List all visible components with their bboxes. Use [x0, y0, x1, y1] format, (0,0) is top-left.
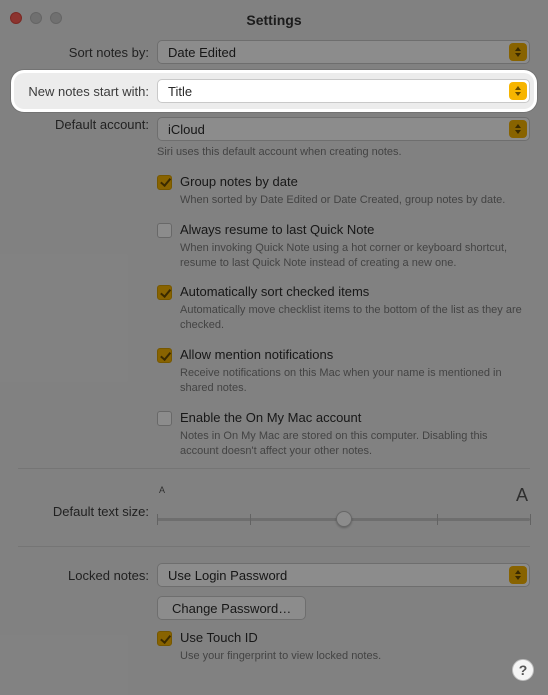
resume-quicknote-checkbox[interactable]	[157, 223, 172, 238]
touchid-row: Use Touch ID Use your fingerprint to vie…	[157, 630, 530, 664]
default-account-value: iCloud	[168, 122, 205, 137]
sort-label: Sort notes by:	[18, 45, 157, 60]
touchid-label: Use Touch ID	[180, 630, 530, 645]
onmymac-label: Enable the On My Mac account	[180, 410, 530, 425]
group-by-date-checkbox[interactable]	[157, 175, 172, 190]
resume-quicknote-row: Always resume to last Quick Note When in…	[157, 222, 530, 271]
group-by-date-caption: When sorted by Date Edited or Date Creat…	[180, 193, 530, 208]
updown-icon	[509, 82, 527, 100]
group-by-date-row: Group notes by date When sorted by Date …	[157, 174, 530, 208]
onmymac-checkbox[interactable]	[157, 411, 172, 426]
mentions-label: Allow mention notifications	[180, 347, 530, 362]
default-account-label: Default account:	[18, 117, 157, 132]
options-block: Group notes by date When sorted by Date …	[18, 174, 530, 459]
zoom-window-icon[interactable]	[50, 12, 62, 24]
locked-block: Change Password… Use Touch ID Use your f…	[18, 596, 530, 664]
updown-icon	[509, 566, 527, 584]
help-button[interactable]: ?	[512, 659, 534, 681]
updown-icon	[509, 120, 527, 138]
slider-tick	[250, 514, 251, 525]
text-size-large-icon: A	[516, 485, 528, 506]
touchid-checkbox[interactable]	[157, 631, 172, 646]
autosort-checkbox[interactable]	[157, 285, 172, 300]
change-password-label: Change Password…	[172, 601, 291, 616]
text-size-slider[interactable]	[157, 508, 530, 530]
onmymac-row: Enable the On My Mac account Notes in On…	[157, 410, 530, 459]
start-with-row: New notes start with: Title	[14, 79, 530, 103]
minimize-window-icon[interactable]	[30, 12, 42, 24]
default-account-popup[interactable]: iCloud	[157, 117, 530, 141]
slider-tick	[530, 514, 531, 525]
locked-notes-popup[interactable]: Use Login Password	[157, 563, 530, 587]
resume-quicknote-caption: When invoking Quick Note using a hot cor…	[180, 241, 530, 271]
text-size-letters: A A	[157, 485, 530, 506]
group-by-date-label: Group notes by date	[180, 174, 530, 189]
close-window-icon[interactable]	[10, 12, 22, 24]
mentions-row: Allow mention notifications Receive noti…	[157, 347, 530, 396]
resume-quicknote-label: Always resume to last Quick Note	[180, 222, 530, 237]
default-account-caption: Siri uses this default account when crea…	[157, 145, 530, 160]
mentions-checkbox[interactable]	[157, 348, 172, 363]
default-account-row: Default account: iCloud Siri uses this d…	[18, 117, 530, 160]
slider-tick	[157, 514, 158, 525]
divider	[18, 468, 530, 469]
start-with-popup[interactable]: Title	[157, 79, 530, 103]
text-size-small-icon: A	[159, 485, 165, 506]
slider-knob[interactable]	[336, 511, 352, 527]
onmymac-caption: Notes in On My Mac are stored on this co…	[180, 429, 530, 459]
locked-notes-row: Locked notes: Use Login Password	[18, 563, 530, 587]
start-with-label: New notes start with:	[14, 84, 157, 99]
window-title: Settings	[0, 0, 548, 40]
text-size-label: Default text size:	[18, 496, 157, 519]
window-controls	[10, 12, 62, 24]
autosort-row: Automatically sort checked items Automat…	[157, 284, 530, 333]
settings-content: Sort notes by: Date Edited New notes sta…	[0, 40, 548, 664]
help-icon: ?	[519, 662, 528, 678]
locked-notes-value: Use Login Password	[168, 568, 287, 583]
sort-value: Date Edited	[168, 45, 236, 60]
mentions-caption: Receive notifications on this Mac when y…	[180, 366, 530, 396]
text-size-row: Default text size: A A	[18, 485, 530, 530]
autosort-label: Automatically sort checked items	[180, 284, 530, 299]
updown-icon	[509, 43, 527, 61]
slider-tick	[437, 514, 438, 525]
change-password-button[interactable]: Change Password…	[157, 596, 306, 620]
sort-popup[interactable]: Date Edited	[157, 40, 530, 64]
locked-notes-label: Locked notes:	[18, 568, 157, 583]
start-with-row-highlight: New notes start with: Title	[14, 73, 534, 109]
divider	[18, 546, 530, 547]
start-with-value: Title	[168, 84, 192, 99]
touchid-caption: Use your fingerprint to view locked note…	[180, 649, 530, 664]
sort-row: Sort notes by: Date Edited	[18, 40, 530, 64]
titlebar: Settings	[0, 0, 548, 40]
autosort-caption: Automatically move checklist items to th…	[180, 303, 530, 333]
